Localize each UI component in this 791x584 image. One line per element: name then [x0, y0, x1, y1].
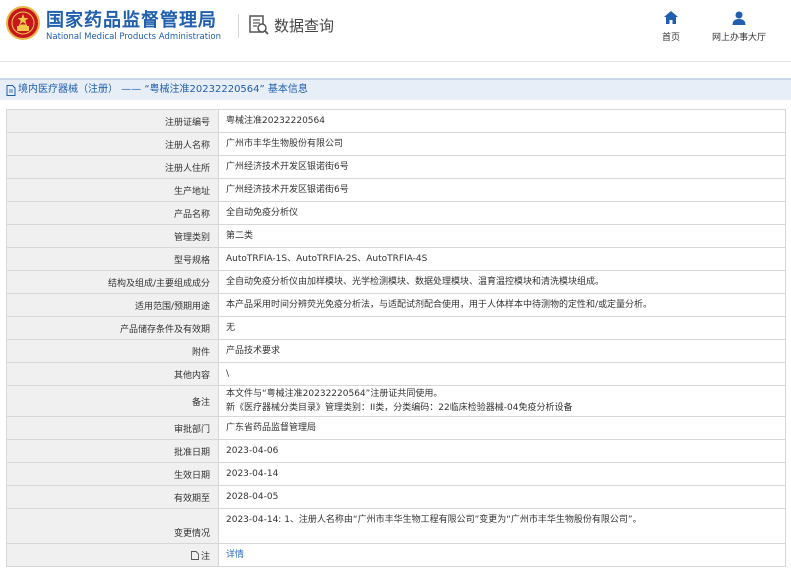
header-divider	[238, 14, 239, 38]
table-row: 有效期至 2028-04-05	[6, 485, 786, 509]
table-row: 生产地址 广州经济技术开发区银诺街6号	[6, 178, 786, 202]
row-label: 生效日期	[6, 462, 219, 486]
table-row: 结构及组成/主要组成成分 全自动免疫分析仪由加样模块、光学检测模块、数据处理模块…	[6, 270, 786, 294]
table-row: 产品名称 全自动免疫分析仪	[6, 201, 786, 225]
table-row: 其他内容 \	[6, 362, 786, 386]
row-label: 审批部门	[6, 416, 219, 440]
document-icon	[191, 550, 199, 560]
details-link[interactable]: 详情	[226, 550, 244, 560]
row-value: 产品技术要求	[218, 339, 786, 363]
table-row: 附件 产品技术要求	[6, 339, 786, 363]
row-value: 广州市丰华生物股份有限公司	[218, 132, 786, 156]
table-row: 适用范围/预期用途 本产品采用时间分辨荧光免疫分析法，与适配试剂配合使用，用于人…	[6, 293, 786, 317]
row-value: 广东省药品监督管理局	[218, 416, 786, 440]
site-subtitle: National Medical Products Administration	[46, 32, 221, 42]
table-row: 变更情况 2023-04-14: 1、注册人名称由“广州市丰华生物工程有限公司”…	[6, 508, 786, 544]
breadcrumb-text: 境内医疗器械（注册） —— “粤械注准20232220564” 基本信息	[18, 84, 308, 95]
row-label: 备注	[6, 385, 219, 417]
table-row: 注 详情	[6, 543, 786, 567]
table-row: 批准日期 2023-04-06	[6, 439, 786, 463]
row-label: 适用范围/预期用途	[6, 293, 219, 317]
row-label: 其他内容	[6, 362, 219, 386]
row-label: 产品储存条件及有效期	[6, 316, 219, 340]
table-row: 注册人住所 广州经济技术开发区银诺街6号	[6, 155, 786, 179]
row-label: 型号规格	[6, 247, 219, 271]
row-value: 详情	[218, 543, 786, 567]
row-label: 注册证编号	[6, 109, 219, 133]
row-value: AutoTRFIA-1S、AutoTRFIA-2S、AutoTRFIA-4S	[218, 247, 786, 271]
row-value: 广州经济技术开发区银诺街6号	[218, 178, 786, 202]
user-icon	[732, 11, 746, 25]
row-value: \	[218, 362, 786, 386]
note-label: 注	[200, 551, 210, 562]
row-value: 2023-04-06	[218, 439, 786, 463]
table-row: 管理类别 第二类	[6, 224, 786, 248]
home-icon	[664, 11, 678, 24]
site-header: 国家药品监督管理局 National Medical Products Admi…	[0, 0, 791, 62]
row-label: 管理类别	[6, 224, 219, 248]
row-label: 变更情况	[6, 508, 219, 544]
row-label: 批准日期	[6, 439, 219, 463]
row-value: 本文件与“粤械注准20232220564”注册证共同使用。 新《医疗器械分类目录…	[218, 385, 786, 417]
table-row: 型号规格 AutoTRFIA-1S、AutoTRFIA-2S、AutoTRFIA…	[6, 247, 786, 271]
breadcrumb: 境内医疗器械（注册） —— “粤械注准20232220564” 基本信息	[0, 78, 791, 100]
row-label: 生产地址	[6, 178, 219, 202]
data-query-label: 数据查询	[274, 16, 335, 35]
table-row: 生效日期 2023-04-14	[6, 462, 786, 486]
row-label: 有效期至	[6, 485, 219, 509]
table-row: 注册证编号 粤械注准20232220564	[6, 109, 786, 133]
table-row: 备注 本文件与“粤械注准20232220564”注册证共同使用。 新《医疗器械分…	[6, 385, 786, 417]
nav-home[interactable]: 首页	[662, 10, 680, 43]
row-label: 结构及组成/主要组成成分	[6, 270, 219, 294]
row-value: 2023-04-14: 1、注册人名称由“广州市丰华生物工程有限公司”变更为“广…	[218, 508, 786, 544]
row-value: 广州经济技术开发区银诺街6号	[218, 155, 786, 179]
data-query-link[interactable]: 数据查询	[248, 14, 334, 36]
row-label: 注	[6, 543, 219, 567]
row-value: 本产品采用时间分辨荧光免疫分析法，与适配试剂配合使用，用于人体样本中待测物的定性…	[218, 293, 786, 317]
row-value: 粤械注准20232220564	[218, 109, 786, 133]
row-value: 全自动免疫分析仪	[218, 201, 786, 225]
row-label: 注册人名称	[6, 132, 219, 156]
table-row: 注册人名称 广州市丰华生物股份有限公司	[6, 132, 786, 156]
nav-service-label: 网上办事大厅	[712, 33, 767, 43]
remark-line-2: 新《医疗器械分类目录》管理类别：II类，分类编码：22临床检验器械-04免疫分析…	[226, 403, 573, 413]
row-value: 无	[218, 316, 786, 340]
national-emblem-icon	[6, 6, 40, 40]
row-label: 附件	[6, 339, 219, 363]
row-label: 产品名称	[6, 201, 219, 225]
row-value: 2028-04-05	[218, 485, 786, 509]
row-value: 全自动免疫分析仪由加样模块、光学检测模块、数据处理模块、温育温控模块和清洗模块组…	[218, 270, 786, 294]
row-label: 注册人住所	[6, 155, 219, 179]
detail-table-wrapper: 注册证编号 粤械注准20232220564 注册人名称 广州市丰华生物股份有限公…	[6, 109, 786, 567]
row-value: 2023-04-14	[218, 462, 786, 486]
site-title: 国家药品监督管理局	[46, 10, 217, 31]
nav-home-label: 首页	[662, 33, 681, 43]
remark-line-1: 本文件与“粤械注准20232220564”注册证共同使用。	[226, 389, 443, 399]
table-row: 审批部门 广东省药品监督管理局	[6, 416, 786, 440]
document-icon	[6, 84, 16, 96]
row-value: 第二类	[218, 224, 786, 248]
table-row: 产品储存条件及有效期 无	[6, 316, 786, 340]
detail-table: 注册证编号 粤械注准20232220564 注册人名称 广州市丰华生物股份有限公…	[6, 109, 786, 567]
search-document-icon	[249, 15, 269, 35]
nav-service-hall[interactable]: 网上办事大厅	[712, 10, 766, 43]
